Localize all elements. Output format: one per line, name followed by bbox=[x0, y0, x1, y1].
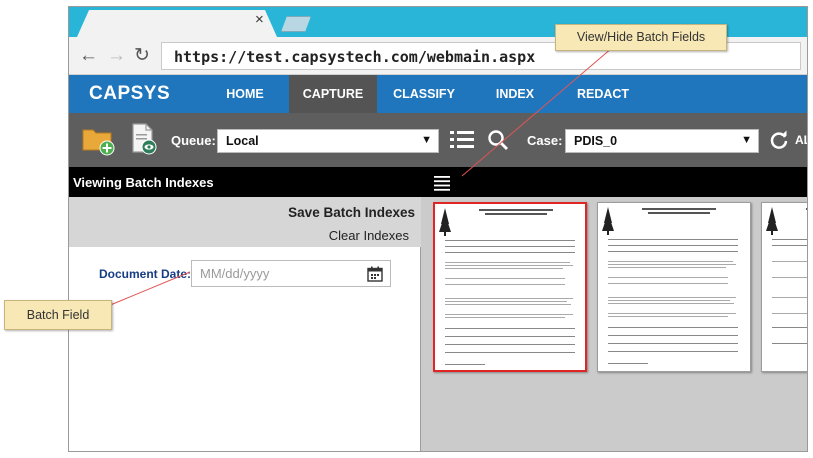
document-date-input[interactable] bbox=[191, 260, 391, 287]
case-label: Case: bbox=[527, 133, 563, 148]
chevron-down-icon: ▼ bbox=[741, 134, 752, 146]
menu-index[interactable]: INDEX bbox=[487, 75, 543, 113]
clear-indexes-button[interactable]: Clear Indexes bbox=[329, 228, 409, 243]
toolbar-clipped-label: AL bbox=[795, 133, 807, 147]
url-text: https://test.capsystech.com/webmain.aspx bbox=[174, 48, 536, 66]
chevron-down-icon: ▼ bbox=[421, 134, 432, 146]
case-select[interactable]: PDIS_0 ▼ bbox=[565, 129, 759, 153]
tab-close-icon[interactable]: × bbox=[255, 11, 264, 28]
callout-view-hide-fields: View/Hide Batch Fields bbox=[555, 24, 727, 51]
queue-label: Queue: bbox=[171, 133, 216, 148]
menu-home[interactable]: HOME bbox=[219, 75, 271, 113]
thumbnail-header bbox=[421, 167, 807, 197]
batch-index-panel: Viewing Batch Indexes Save Batch Indexes… bbox=[69, 167, 421, 451]
menu-classify[interactable]: CLASSIFY bbox=[387, 75, 461, 113]
document-date-label: Document Date: bbox=[99, 267, 192, 281]
document-thumbnail[interactable] bbox=[761, 202, 807, 372]
search-icon[interactable] bbox=[487, 129, 509, 151]
view-hide-fields-icon[interactable] bbox=[433, 174, 451, 192]
folder-add-icon[interactable] bbox=[81, 122, 115, 156]
document-page-image bbox=[439, 208, 575, 365]
menu-redact[interactable]: REDACT bbox=[569, 75, 637, 113]
browser-tab[interactable] bbox=[77, 10, 277, 37]
refresh-icon[interactable] bbox=[769, 130, 789, 150]
browser-window: × ← → ↻ https://test.capsystech.com/webm… bbox=[68, 6, 808, 452]
menu-capture[interactable]: CAPTURE bbox=[289, 75, 377, 113]
new-tab-button[interactable] bbox=[281, 16, 311, 32]
app-header: CAPSYS HOME CAPTURE CLASSIFY INDEX REDAC… bbox=[69, 75, 807, 113]
list-view-icon[interactable] bbox=[449, 128, 475, 152]
back-arrow-icon[interactable]: ← bbox=[79, 45, 98, 67]
reload-icon[interactable]: ↻ bbox=[134, 44, 150, 67]
queue-select[interactable]: Local ▼ bbox=[217, 129, 439, 153]
brand-logo: CAPSYS bbox=[89, 83, 171, 104]
callout-batch-field: Batch Field bbox=[4, 300, 112, 330]
capture-toolbar: Queue: Local ▼ Case: PDIS_0 ▼ A bbox=[69, 113, 807, 167]
panel-title: Viewing Batch Indexes bbox=[73, 175, 214, 190]
document-page-image bbox=[766, 207, 807, 344]
document-view-icon[interactable] bbox=[129, 122, 159, 156]
panel-header: Viewing Batch Indexes bbox=[69, 167, 421, 197]
forward-arrow-icon[interactable]: → bbox=[107, 45, 126, 67]
case-value: PDIS_0 bbox=[574, 134, 618, 148]
document-thumbnail[interactable] bbox=[433, 202, 587, 372]
queue-value: Local bbox=[226, 134, 259, 148]
screenshot-stage: × ← → ↻ https://test.capsystech.com/webm… bbox=[0, 0, 813, 458]
document-thumbnail[interactable] bbox=[597, 202, 751, 372]
panel-actions: Save Batch Indexes Clear Indexes bbox=[69, 197, 421, 247]
document-page-image bbox=[602, 207, 738, 364]
save-batch-indexes-button[interactable]: Save Batch Indexes bbox=[288, 205, 415, 220]
thumbnail-panel bbox=[421, 167, 807, 451]
calendar-icon[interactable] bbox=[367, 266, 383, 282]
